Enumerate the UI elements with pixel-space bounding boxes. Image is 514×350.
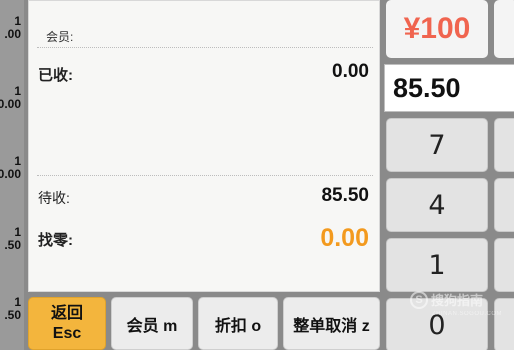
strip-item-price: .50 bbox=[4, 238, 21, 252]
keypad-key-partial[interactable] bbox=[494, 298, 514, 350]
watermark-subtext: ZHINAN.SOGOU.COM bbox=[432, 311, 503, 317]
keypad-key-4[interactable]: 4 bbox=[386, 178, 488, 232]
cancel-order-button[interactable]: 整单取消 z bbox=[283, 297, 380, 350]
due-label: 待收: bbox=[38, 190, 70, 206]
divider bbox=[37, 47, 373, 48]
due-value: 85.50 bbox=[321, 185, 369, 206]
strip-item-price: .00 bbox=[4, 27, 21, 41]
keypad-key-partial[interactable] bbox=[494, 178, 514, 232]
member-button[interactable]: 会员 m bbox=[111, 297, 193, 350]
back-button[interactable]: 返回 Esc bbox=[28, 297, 106, 350]
strip-item[interactable]: 1 .50 bbox=[0, 226, 21, 252]
change-label: 找零: bbox=[38, 232, 73, 249]
divider bbox=[37, 175, 373, 176]
keypad-key-partial[interactable] bbox=[494, 118, 514, 172]
strip-item-price: 0.00 bbox=[0, 167, 21, 181]
back-button-key: Esc bbox=[52, 324, 82, 342]
checkout-summary-panel: 会员: 已收: 0.00 待收: 85.50 找零: 0.00 bbox=[28, 0, 380, 292]
keypad-key-partial[interactable] bbox=[494, 238, 514, 292]
strip-item[interactable]: 1 .50 bbox=[0, 296, 21, 322]
member-label: 会员: bbox=[46, 30, 74, 44]
keypad-key-7[interactable]: 7 bbox=[386, 118, 488, 172]
back-button-label: 返回 bbox=[50, 304, 83, 322]
change-value: 0.00 bbox=[320, 224, 369, 252]
keypad-key-1[interactable]: 1 bbox=[386, 238, 488, 292]
discount-button[interactable]: 折扣 o bbox=[198, 297, 278, 350]
quick-cash-button-partial[interactable] bbox=[494, 0, 514, 58]
sogou-logo-icon: S bbox=[410, 290, 428, 309]
strip-item-price: .50 bbox=[4, 308, 21, 322]
payment-amount-field[interactable]: 85.50 bbox=[384, 64, 514, 112]
watermark-text: 搜狗指南 bbox=[431, 293, 484, 308]
strip-item-price: 0.00 bbox=[0, 97, 21, 111]
item-price-strip: 1 .00 1 0.00 1 0.00 1 .50 1 .50 bbox=[0, 0, 24, 350]
strip-item[interactable]: 1 0.00 bbox=[0, 85, 21, 111]
quick-cash-100-button[interactable]: ¥100 bbox=[386, 0, 488, 58]
received-value: 0.00 bbox=[332, 61, 369, 82]
watermark: S 搜狗指南 bbox=[410, 290, 483, 309]
received-label: 已收: bbox=[38, 67, 73, 84]
strip-item[interactable]: 1 .00 bbox=[0, 15, 21, 41]
strip-item[interactable]: 1 0.00 bbox=[0, 155, 21, 181]
